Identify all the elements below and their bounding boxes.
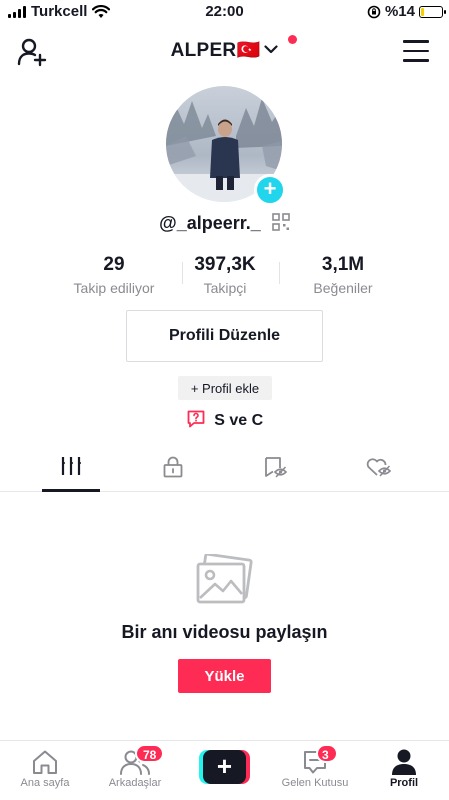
turkey-flag-icon: 🇹🇷 [236,40,261,61]
stat-divider [279,262,280,284]
status-bar: Turkcell 22:00 %14 [0,0,449,26]
question-chat-icon [187,410,205,428]
nav-home-label: Ana sayfa [20,777,70,789]
tab-liked[interactable] [351,456,407,490]
qa-label: S ve C [214,412,264,429]
nav-inbox-label: Gelen Kutusu [281,777,349,789]
notification-dot [288,35,297,44]
likes-stat[interactable]: 3,1M Beğeniler [294,254,392,296]
friends-badge: 78 [135,744,165,763]
nav-inbox[interactable]: Gelen Kutusu [270,747,360,789]
followers-label: Takipçi [203,280,247,296]
content-tabs [0,450,449,492]
heart-hidden-icon [366,458,392,477]
following-label: Takip ediliyor [73,280,155,296]
following-count: 29 [103,254,125,275]
tab-videos[interactable] [43,456,99,490]
nav-home[interactable]: Ana sayfa [0,747,90,789]
bookmark-hidden-icon [265,457,288,478]
username: @_alpeerr._ [159,213,261,233]
orientation-lock-icon [367,5,381,18]
qa-link[interactable]: S ve C [0,409,449,430]
account-name: ALPER [170,40,237,61]
hamburger-menu-icon[interactable] [403,40,429,62]
upload-button[interactable]: Yükle [178,659,271,693]
profile-stats: 29 Takip ediliyor 397,3K Takipçi 3,1M Be… [58,254,392,296]
qr-code-icon[interactable] [272,213,290,231]
home-icon [33,750,57,774]
plus-icon: + [203,750,246,784]
chevron-down-icon [264,45,279,54]
battery-icon [419,5,446,18]
nav-friends-label: Arkadaşlar [108,777,162,789]
followers-count: 397,3K [194,254,256,275]
following-stat[interactable]: 29 Takip ediliyor [58,254,170,296]
tab-favorites[interactable] [248,456,304,490]
nav-profile[interactable]: Profil [359,747,449,789]
empty-state-title: Bir anı videosu paylaşın [121,622,328,642]
nav-profile-label: Profil [389,777,419,789]
account-switcher[interactable]: ALPER🇹🇷 [0,38,449,62]
active-tab-indicator [42,489,100,492]
add-bio-button[interactable]: + Profil ekle [178,376,272,400]
photo-icon [196,554,253,604]
add-photo-plus-icon[interactable]: + [254,174,286,206]
profile-icon [392,749,416,775]
stat-divider [182,262,183,284]
tab-private[interactable] [145,456,201,490]
profile-header: ALPER🇹🇷 [0,28,449,74]
likes-label: Beğeniler [313,280,373,296]
edit-profile-button[interactable]: Profili Düzenle [126,310,323,362]
lock-icon [163,456,183,478]
battery-percentage: %14 [384,3,415,20]
inbox-badge: 3 [316,744,338,763]
likes-count: 3,1M [321,254,365,275]
create-video-button[interactable]: + [199,750,250,784]
followers-stat[interactable]: 397,3K Takipçi [184,254,266,296]
grid-icon [61,457,81,475]
